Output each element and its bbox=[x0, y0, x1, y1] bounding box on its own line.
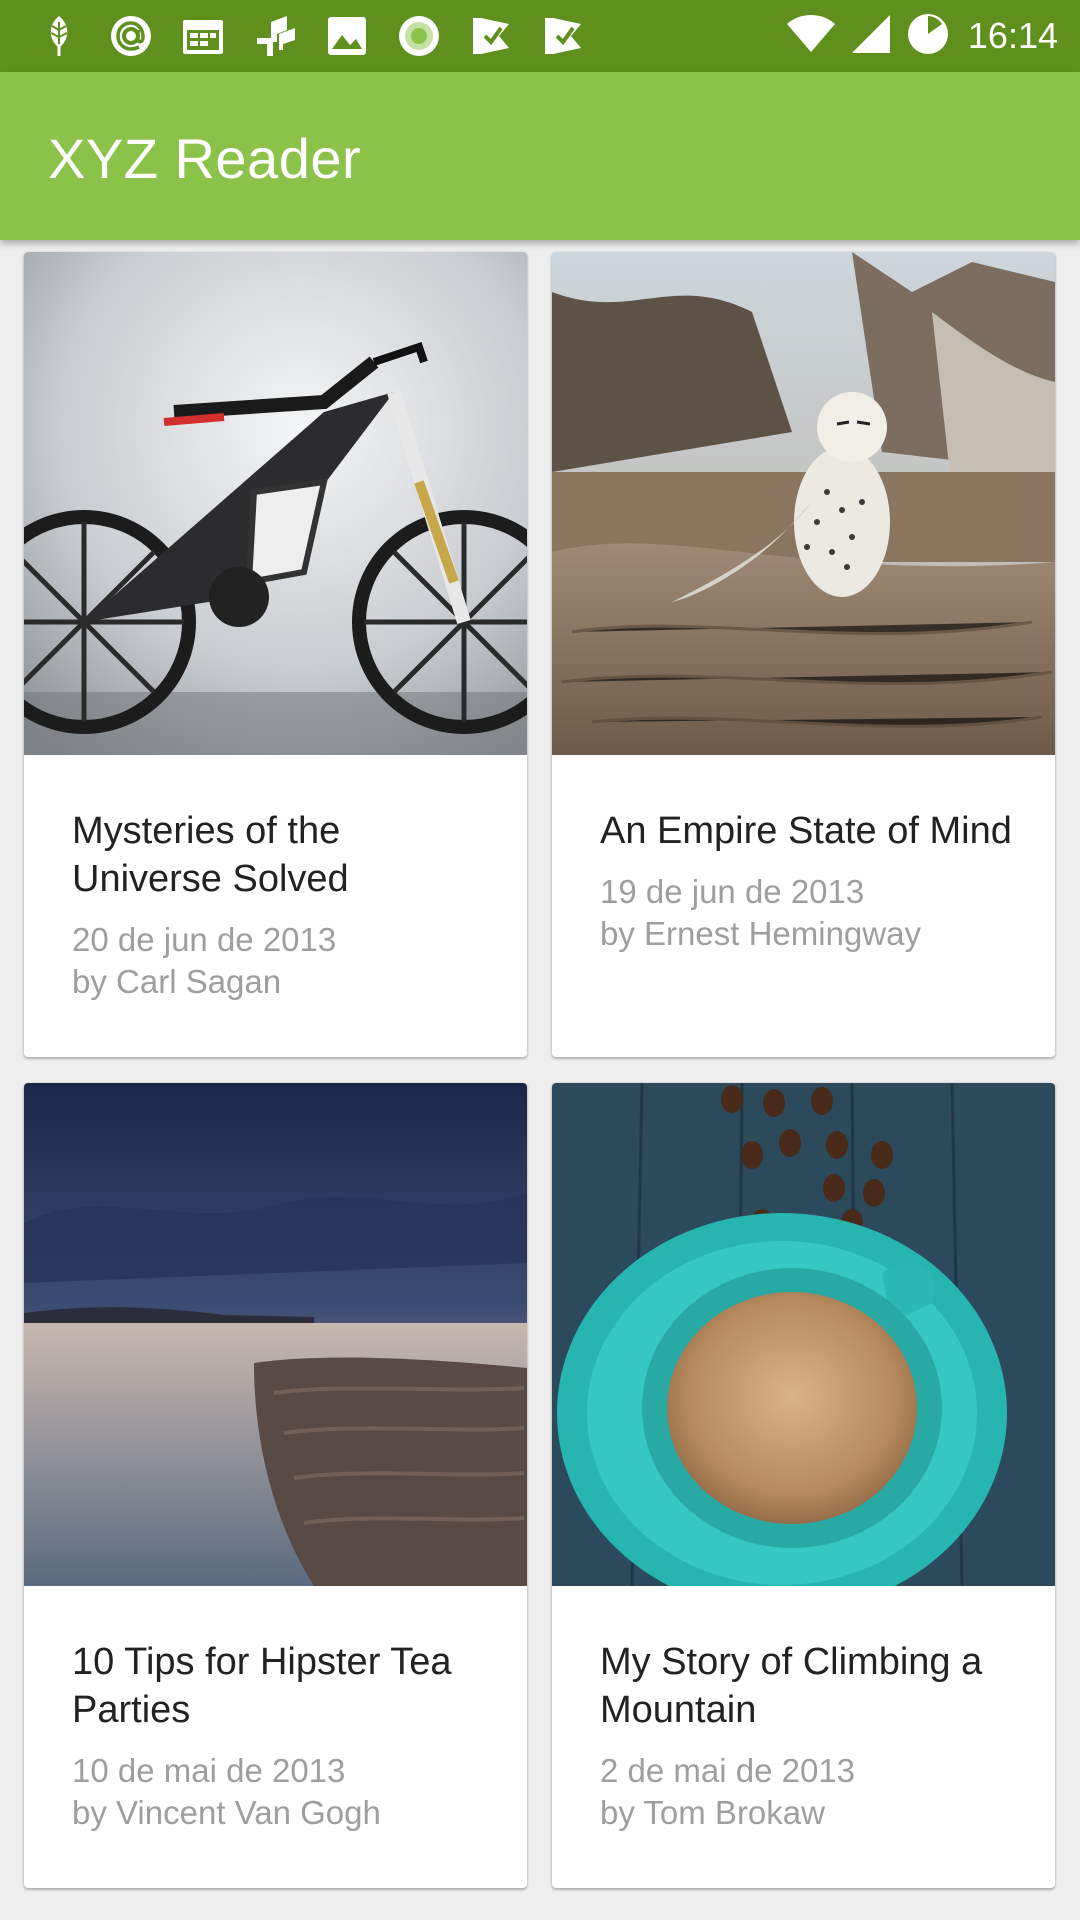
article-thumbnail bbox=[24, 1083, 527, 1586]
article-date: 20 de jun de 2013 bbox=[72, 921, 337, 958]
battery-icon bbox=[906, 12, 950, 61]
article-title: Mysteries of the Universe Solved bbox=[72, 810, 349, 900]
article-card[interactable]: My Story of Climbing a Mountain 2 de mai… bbox=[552, 1083, 1055, 1888]
article-thumbnail bbox=[552, 252, 1055, 755]
article-thumbnail bbox=[24, 252, 527, 755]
article-author: by Tom Brokaw bbox=[600, 1794, 825, 1831]
trello-icon bbox=[250, 12, 300, 60]
app-leaf-icon bbox=[34, 12, 84, 60]
signal-icon bbox=[850, 13, 892, 60]
system-status: 16:14 bbox=[786, 12, 1058, 60]
app-toolbar: XYZ Reader bbox=[0, 72, 1080, 240]
article-meta: An Empire State of Mind 19 de jun de 201… bbox=[600, 807, 1025, 955]
clock: 16:14 bbox=[967, 15, 1058, 56]
article-card[interactable]: Mysteries of the Universe Solved 20 de j… bbox=[24, 252, 527, 1057]
article-date: 19 de jun de 2013 bbox=[600, 873, 865, 910]
article-meta: 10 Tips for Hipster Tea Parties 10 de ma… bbox=[72, 1638, 497, 1834]
article-author: by Ernest Hemingway bbox=[600, 915, 921, 952]
image-icon bbox=[322, 12, 372, 60]
article-date: 10 de mai de 2013 bbox=[72, 1752, 346, 1789]
app-title: XYZ Reader bbox=[48, 127, 362, 190]
article-meta: My Story of Climbing a Mountain 2 de mai… bbox=[600, 1638, 1025, 1834]
check-flag-icon bbox=[538, 12, 588, 60]
notification-icons bbox=[34, 12, 588, 60]
article-title: An Empire State of Mind bbox=[600, 810, 1012, 852]
calendar-icon bbox=[178, 12, 228, 60]
article-title: My Story of Climbing a Mountain bbox=[600, 1641, 983, 1731]
article-thumbnail bbox=[552, 1083, 1055, 1586]
record-icon bbox=[394, 12, 444, 60]
article-card[interactable]: An Empire State of Mind 19 de jun de 201… bbox=[552, 252, 1055, 1057]
article-author: by Vincent Van Gogh bbox=[72, 1794, 381, 1831]
article-meta: Mysteries of the Universe Solved 20 de j… bbox=[72, 807, 497, 1003]
article-title: 10 Tips for Hipster Tea Parties bbox=[72, 1641, 452, 1731]
at-sign-icon bbox=[106, 12, 156, 60]
article-card[interactable]: 10 Tips for Hipster Tea Parties 10 de ma… bbox=[24, 1083, 527, 1888]
check-flag-icon bbox=[466, 12, 516, 60]
article-date: 2 de mai de 2013 bbox=[600, 1752, 856, 1789]
status-bar: 16:14 bbox=[0, 0, 1080, 72]
article-author: by Carl Sagan bbox=[72, 963, 282, 1000]
wifi-icon bbox=[786, 14, 836, 59]
